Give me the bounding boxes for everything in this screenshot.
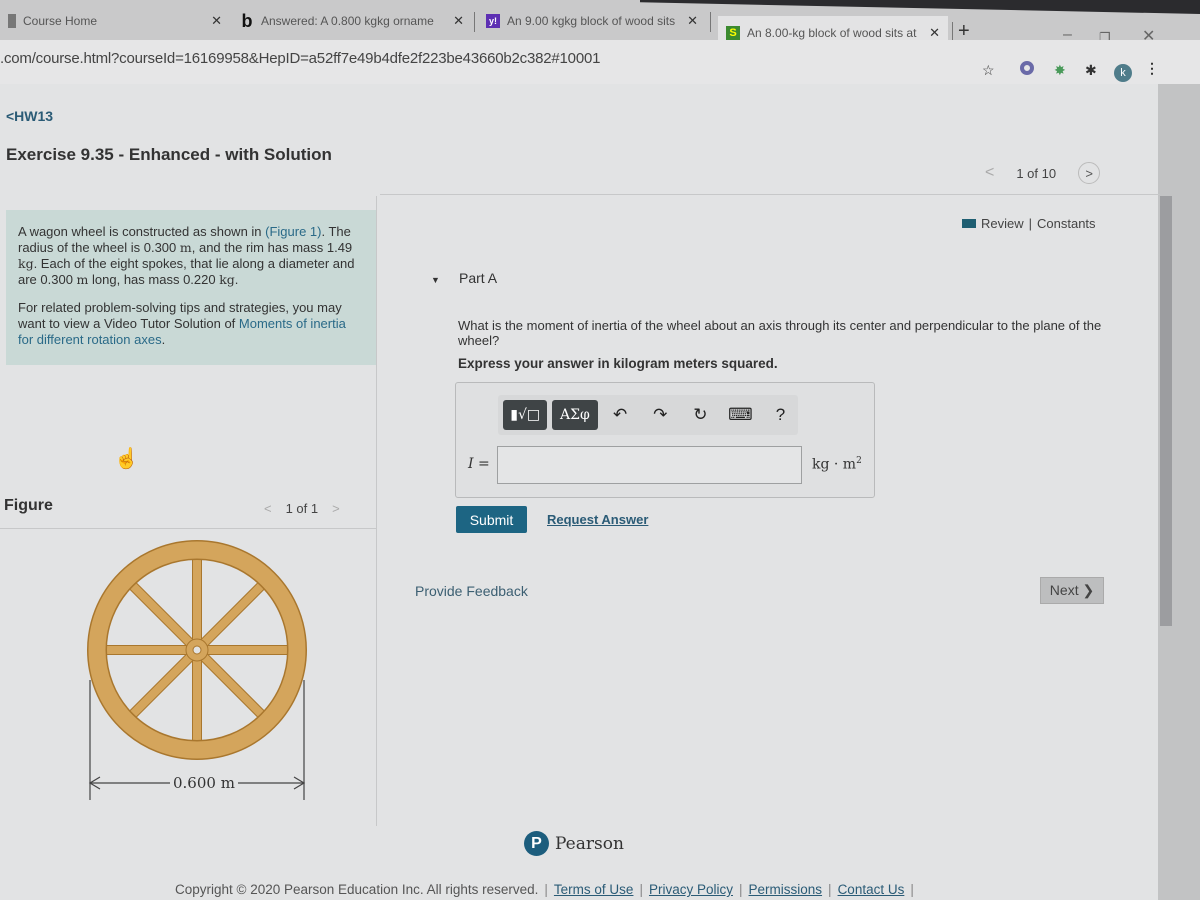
- undo-icon[interactable]: ↶: [603, 405, 638, 425]
- help-icon[interactable]: ?: [763, 405, 798, 425]
- units-label: kg · m2: [812, 456, 862, 473]
- pearson-logo: P Pearson: [524, 831, 624, 856]
- browser-tab-strip: Course Home ✕ b Answered: A 0.800 kgkg o…: [0, 0, 1200, 50]
- separator: |: [910, 882, 914, 897]
- redo-icon[interactable]: ↷: [643, 405, 678, 425]
- unit: m: [76, 272, 89, 287]
- next-button[interactable]: Next ❯: [1040, 577, 1104, 604]
- bartleby-icon: b: [241, 10, 253, 31]
- reset-icon[interactable]: ↻: [683, 405, 718, 425]
- separator: |: [739, 882, 743, 897]
- menu-icon[interactable]: ⋮: [1145, 60, 1159, 77]
- figure-heading: Figure: [4, 497, 53, 514]
- problem-text: A wagon wheel is constructed as shown in…: [18, 224, 364, 288]
- request-answer-link[interactable]: Request Answer: [547, 512, 648, 527]
- text: .: [161, 332, 166, 347]
- unit: kg: [18, 256, 34, 271]
- previous-problem-button[interactable]: <: [985, 164, 994, 182]
- tab-yahoo[interactable]: y! An 9.00 kgkg block of wood sits ✕: [478, 4, 706, 38]
- puzzle-icon[interactable]: ✱: [1085, 62, 1097, 79]
- text: , and the rim has mass 1.49: [191, 240, 353, 255]
- greek-symbols-button[interactable]: ΑΣφ: [552, 400, 598, 430]
- scrollbar-thumb[interactable]: [1160, 196, 1172, 626]
- next-problem-button[interactable]: >: [1078, 162, 1101, 184]
- permissions-link[interactable]: Permissions: [749, 882, 823, 897]
- separator: |: [828, 882, 832, 897]
- variable-label: I =: [468, 456, 490, 472]
- figure-counter: 1 of 1: [285, 501, 319, 516]
- screen-bezel: [640, 0, 1200, 14]
- unit: m: [179, 240, 192, 255]
- address-bar: .com/course.html?courseId=16169958&HepID…: [0, 40, 1200, 84]
- footer: Copyright © 2020 Pearson Education Inc. …: [175, 882, 914, 897]
- units-text: kg · m: [812, 456, 857, 473]
- profile-icon[interactable]: k: [1114, 64, 1132, 82]
- tab-title: Course Home: [23, 14, 98, 28]
- panel-divider: [376, 196, 377, 826]
- divider: [0, 528, 376, 529]
- tab-title: An 9.00 kgkg block of wood sits: [507, 14, 676, 28]
- page-icon: [8, 14, 16, 28]
- privacy-policy-link[interactable]: Privacy Policy: [649, 882, 733, 897]
- figure-prev-button[interactable]: <: [264, 501, 272, 516]
- text: A wagon wheel is constructed as shown in: [18, 224, 266, 239]
- extension-green-icon[interactable]: ✸: [1054, 62, 1066, 79]
- url-field[interactable]: .com/course.html?courseId=16169958&HepID…: [0, 50, 600, 67]
- separator: |: [1028, 216, 1033, 231]
- site-s-icon: S: [726, 26, 740, 40]
- tips-text: For related problem-solving tips and str…: [18, 300, 364, 348]
- unit: kg: [219, 272, 235, 287]
- tab-answered[interactable]: b Answered: A 0.800 kgkg orname ✕: [232, 4, 472, 38]
- terms-of-use-link[interactable]: Terms of Use: [554, 882, 634, 897]
- tab-course-home[interactable]: Course Home ✕: [0, 4, 230, 38]
- tab-title: An 8.00-kg block of wood sits at: [747, 26, 917, 40]
- contact-us-link[interactable]: Contact Us: [838, 882, 905, 897]
- math-toolbar: ▮√□ ΑΣφ ↶ ↷ ↻ ⌨ ?: [498, 395, 798, 435]
- back-to-assignment-link[interactable]: <HW13: [6, 108, 53, 124]
- wheel-axle-hole: [192, 645, 202, 655]
- close-tab-icon[interactable]: ✕: [929, 25, 940, 41]
- divider: [380, 194, 1160, 195]
- close-tab-icon[interactable]: ✕: [453, 13, 464, 29]
- review-constants: Review | Constants: [962, 216, 1096, 231]
- pearson-name: Pearson: [555, 833, 624, 854]
- review-link[interactable]: Review: [981, 216, 1024, 231]
- problem-counter: 1 of 10: [1016, 165, 1057, 181]
- keyboard-icon[interactable]: ⌨: [723, 405, 758, 425]
- separator: |: [639, 882, 643, 897]
- templates-button[interactable]: ▮√□: [503, 400, 548, 430]
- part-title[interactable]: Part A: [459, 270, 497, 286]
- units-exponent: 2: [856, 456, 862, 466]
- answer-instruction: Express your answer in kilogram meters s…: [458, 356, 778, 371]
- yahoo-icon: y!: [486, 14, 500, 28]
- extension-circle-icon[interactable]: [1020, 61, 1034, 75]
- hand-cursor-icon: ☝: [114, 448, 139, 470]
- problem-statement: A wagon wheel is constructed as shown in…: [6, 210, 376, 365]
- tab-divider: [474, 12, 475, 32]
- question-text: What is the moment of inertia of the whe…: [458, 318, 1102, 348]
- diameter-label: 0.600 m: [170, 774, 238, 792]
- tab-title: Answered: A 0.800 kgkg orname: [261, 14, 434, 28]
- pearson-p-icon: P: [524, 831, 549, 856]
- answer-input[interactable]: [497, 446, 802, 484]
- text: long, has mass 0.220: [88, 272, 220, 287]
- provide-feedback-link[interactable]: Provide Feedback: [415, 583, 528, 599]
- figure-link[interactable]: (Figure 1): [265, 224, 321, 239]
- separator: |: [544, 882, 548, 897]
- figure-pager: < 1 of 1 >: [264, 501, 340, 516]
- page-title: Exercise 9.35 - Enhanced - with Solution: [6, 145, 332, 164]
- constants-link[interactable]: Constants: [1037, 216, 1096, 231]
- close-tab-icon[interactable]: ✕: [211, 13, 222, 29]
- tab-divider: [952, 22, 953, 42]
- star-icon[interactable]: ☆: [982, 62, 995, 79]
- problem-pager: < 1 of 10 >: [985, 162, 1101, 184]
- text: .: [234, 272, 239, 287]
- book-icon: [962, 219, 976, 228]
- copyright-text: Copyright © 2020 Pearson Education Inc. …: [175, 882, 539, 897]
- collapse-part-icon[interactable]: ▼: [431, 275, 440, 285]
- tab-divider: [710, 12, 711, 32]
- submit-button[interactable]: Submit: [456, 506, 527, 533]
- figure-next-button[interactable]: >: [332, 501, 340, 516]
- close-tab-icon[interactable]: ✕: [687, 13, 698, 29]
